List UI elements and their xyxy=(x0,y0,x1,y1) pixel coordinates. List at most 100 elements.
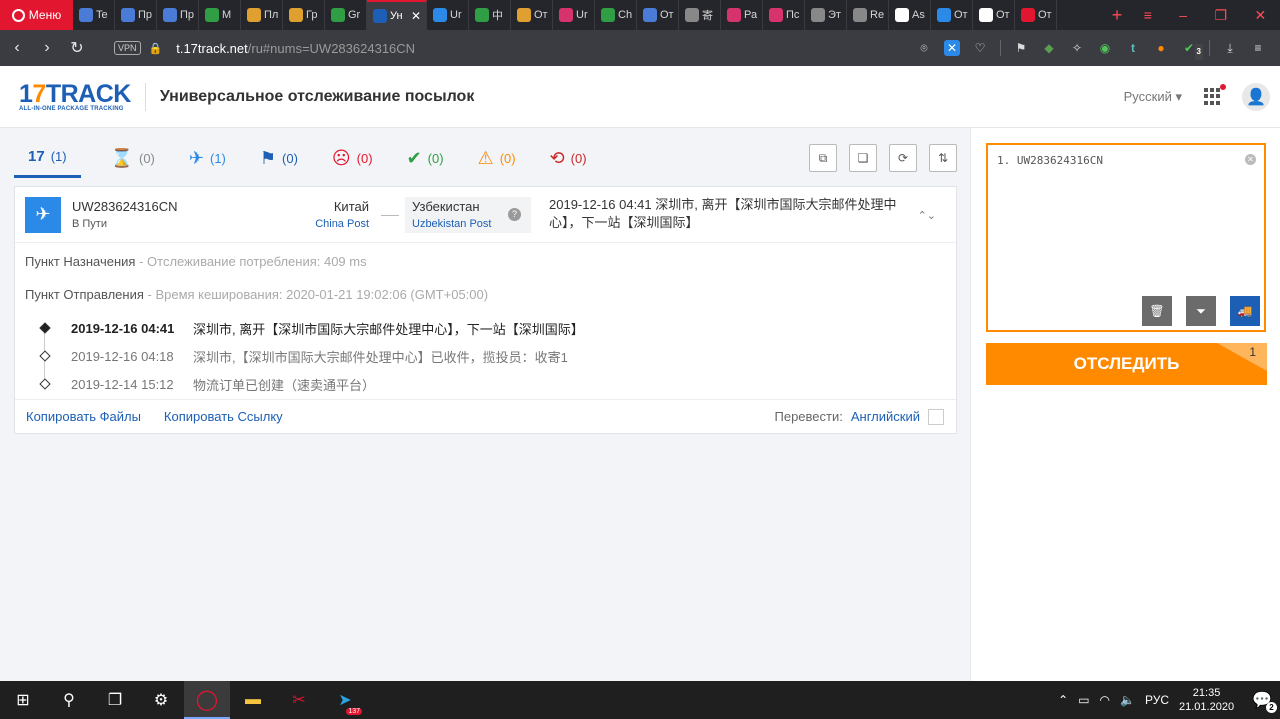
shield-x-icon[interactable]: ✕ xyxy=(944,40,960,56)
translate-language-link[interactable]: Английский xyxy=(851,409,920,424)
language-selector[interactable]: Русский ▾ xyxy=(1124,89,1182,105)
windows-start-icon[interactable]: ⊞ xyxy=(0,681,46,719)
browser-menu-button[interactable]: Меню xyxy=(0,0,73,30)
destination-carrier-link[interactable]: Uzbekistan Post xyxy=(412,218,524,230)
user-avatar-icon[interactable]: 👤 xyxy=(1242,82,1270,111)
fox-icon[interactable]: ● xyxy=(1153,40,1169,56)
shipment-summary-row[interactable]: ✈ UW283624316CN В Пути Китай China Post … xyxy=(15,187,956,243)
browser-tab[interactable]: От xyxy=(973,0,1015,30)
browser-tab[interactable]: Пс xyxy=(763,0,805,30)
browser-tab[interactable]: 中 xyxy=(469,0,511,30)
shield-check-icon[interactable]: ✔ 3 xyxy=(1181,40,1203,60)
copy-icon[interactable]: ⧉ xyxy=(809,144,837,172)
copy-files-link[interactable]: Копировать Файлы xyxy=(26,409,141,424)
flag-icon[interactable]: ⚑ xyxy=(1013,40,1029,56)
collapse-icon[interactable]: ⌃⌄ xyxy=(918,209,936,222)
carrier-truck-icon[interactable]: 🚚 xyxy=(1230,296,1260,326)
origin-carrier-link[interactable]: China Post xyxy=(313,218,369,230)
browser-tab[interactable]: Ра xyxy=(721,0,763,30)
browser-tab[interactable]: Ch xyxy=(595,0,637,30)
puzzle-icon[interactable]: ✧ xyxy=(1069,40,1085,56)
circle-icon[interactable]: ◉ xyxy=(1097,40,1113,56)
clock[interactable]: 21:35 21.01.2020 xyxy=(1179,686,1234,714)
tab-label: От xyxy=(996,9,1010,21)
notification-center-icon[interactable]: 💬 2 xyxy=(1252,690,1277,713)
settings-gear-icon[interactable]: ⚙ xyxy=(138,681,184,719)
logo[interactable]: 17TRACK ALL-IN-ONE PACKAGE TRACKING xyxy=(19,81,131,112)
browser-tab[interactable]: Ur xyxy=(427,0,469,30)
filter-delivered[interactable]: ✔ (0) xyxy=(407,138,444,178)
filter-icon[interactable]: ⏷ xyxy=(1186,296,1216,326)
browser-tab[interactable]: Re xyxy=(847,0,889,30)
close-icon[interactable]: ✕ xyxy=(1255,7,1267,24)
tab-menu-icon[interactable]: ≡ xyxy=(1144,7,1152,23)
browser-tab[interactable]: Gr xyxy=(325,0,367,30)
browser-tab[interactable]: Пр xyxy=(115,0,157,30)
maximize-icon[interactable]: ❐ xyxy=(1215,7,1228,24)
browser-tab[interactable]: Гр xyxy=(283,0,325,30)
url-field[interactable]: t.17track.net/ru#nums=UW283624316CN xyxy=(176,41,415,56)
help-icon[interactable]: ? xyxy=(508,208,521,221)
copy-all-icon[interactable]: ❏ xyxy=(849,144,877,172)
tumblr-icon[interactable]: t xyxy=(1125,40,1141,56)
search-icon[interactable]: ⚲ xyxy=(46,681,92,719)
filter-in-transit[interactable]: ✈ (1) xyxy=(189,138,226,178)
tab-close-icon[interactable]: ✕ xyxy=(411,9,421,23)
telegram-icon[interactable]: ➤ 137 xyxy=(322,681,368,719)
volume-icon[interactable]: 🔈 xyxy=(1120,693,1135,707)
tracking-number: UW283624316CN xyxy=(72,199,178,214)
collapse-all-icon[interactable]: ⇅ xyxy=(929,144,957,172)
browser-tab[interactable]: Эт xyxy=(805,0,847,30)
refresh-icon[interactable]: ⟳ xyxy=(889,144,917,172)
browser-tab[interactable]: Пр xyxy=(157,0,199,30)
tracking-numbers-input[interactable]: 1. UW283624316CN ✕ 🗑 ⏷ 🚚 xyxy=(986,143,1266,332)
apps-grid-icon[interactable] xyxy=(1204,83,1226,106)
easy-setup-icon[interactable]: ≡ xyxy=(1250,40,1266,56)
filter-all[interactable]: 17 (1) xyxy=(14,138,81,178)
browser-tab[interactable]: От xyxy=(1015,0,1057,30)
task-view-icon[interactable]: ❐ xyxy=(92,681,138,719)
file-explorer-icon[interactable]: ▬ xyxy=(230,681,276,719)
tab-favicon-icon xyxy=(727,8,741,22)
browser-tab[interactable]: От xyxy=(637,0,679,30)
cube-icon[interactable]: ◆ xyxy=(1041,40,1057,56)
filter-undelivered[interactable]: ☹ (0) xyxy=(332,138,373,178)
back-icon[interactable]: ‹ xyxy=(4,39,30,57)
notification-count: 2 xyxy=(1266,702,1277,713)
browser-tab[interactable]: От xyxy=(931,0,973,30)
browser-tab[interactable]: 寄 xyxy=(679,0,721,30)
translate-checkbox[interactable] xyxy=(928,408,944,425)
reload-icon[interactable]: ↻ xyxy=(64,38,90,58)
filter-expired[interactable]: ⟲ (0) xyxy=(550,138,587,178)
snipping-tool-icon[interactable]: ✂ xyxy=(276,681,322,719)
browser-tab[interactable]: Ун ✕ xyxy=(367,0,427,30)
browser-tab[interactable]: Ur xyxy=(553,0,595,30)
input-language[interactable]: РУС xyxy=(1145,693,1169,707)
opera-taskbar-icon[interactable]: ◯ xyxy=(184,681,230,719)
minimize-icon[interactable]: – xyxy=(1179,7,1187,23)
download-icon[interactable]: ⤓ xyxy=(1222,40,1238,56)
new-tab-button[interactable]: + xyxy=(1104,0,1130,30)
filter-not-found[interactable]: ⌛ (0) xyxy=(111,138,155,178)
clear-icon[interactable]: ✕ xyxy=(1245,154,1256,165)
browser-tab[interactable]: Te xyxy=(73,0,115,30)
lock-icon[interactable]: 🔒 xyxy=(149,42,163,55)
battery-icon[interactable]: ▭ xyxy=(1078,693,1089,707)
vpn-badge[interactable]: VPN xyxy=(114,41,141,55)
forward-icon[interactable]: › xyxy=(34,39,60,57)
filter-pickup[interactable]: ⚑ (0) xyxy=(260,138,298,178)
track-button[interactable]: ОТСЛЕДИТЬ 1 xyxy=(986,343,1267,385)
filter-expired-icon: ⟲ xyxy=(549,148,565,168)
wifi-icon[interactable]: ◠ xyxy=(1100,693,1110,707)
tray-expand-icon[interactable]: ⌃ xyxy=(1058,693,1068,707)
route-arrow xyxy=(381,215,399,216)
camera-icon[interactable]: ⌾ xyxy=(916,40,932,56)
browser-tab[interactable]: От xyxy=(511,0,553,30)
copy-link-link[interactable]: Копировать Ссылку xyxy=(164,409,283,424)
browser-tab[interactable]: Пл xyxy=(241,0,283,30)
browser-tab[interactable]: As xyxy=(889,0,931,30)
browser-tab[interactable]: M xyxy=(199,0,241,30)
trash-icon[interactable]: 🗑 xyxy=(1142,296,1172,326)
heart-icon[interactable]: ♡ xyxy=(972,40,988,56)
filter-alert[interactable]: ⚠ (0) xyxy=(478,138,516,178)
